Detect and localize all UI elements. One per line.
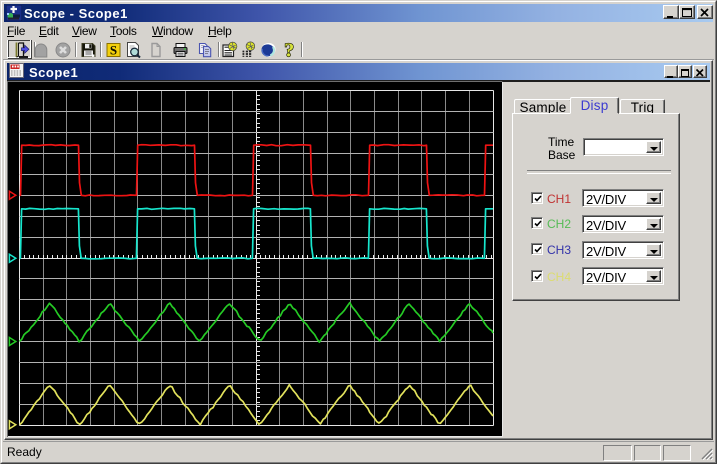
svg-text:S: S <box>110 43 117 58</box>
svg-text:?: ? <box>284 40 294 60</box>
